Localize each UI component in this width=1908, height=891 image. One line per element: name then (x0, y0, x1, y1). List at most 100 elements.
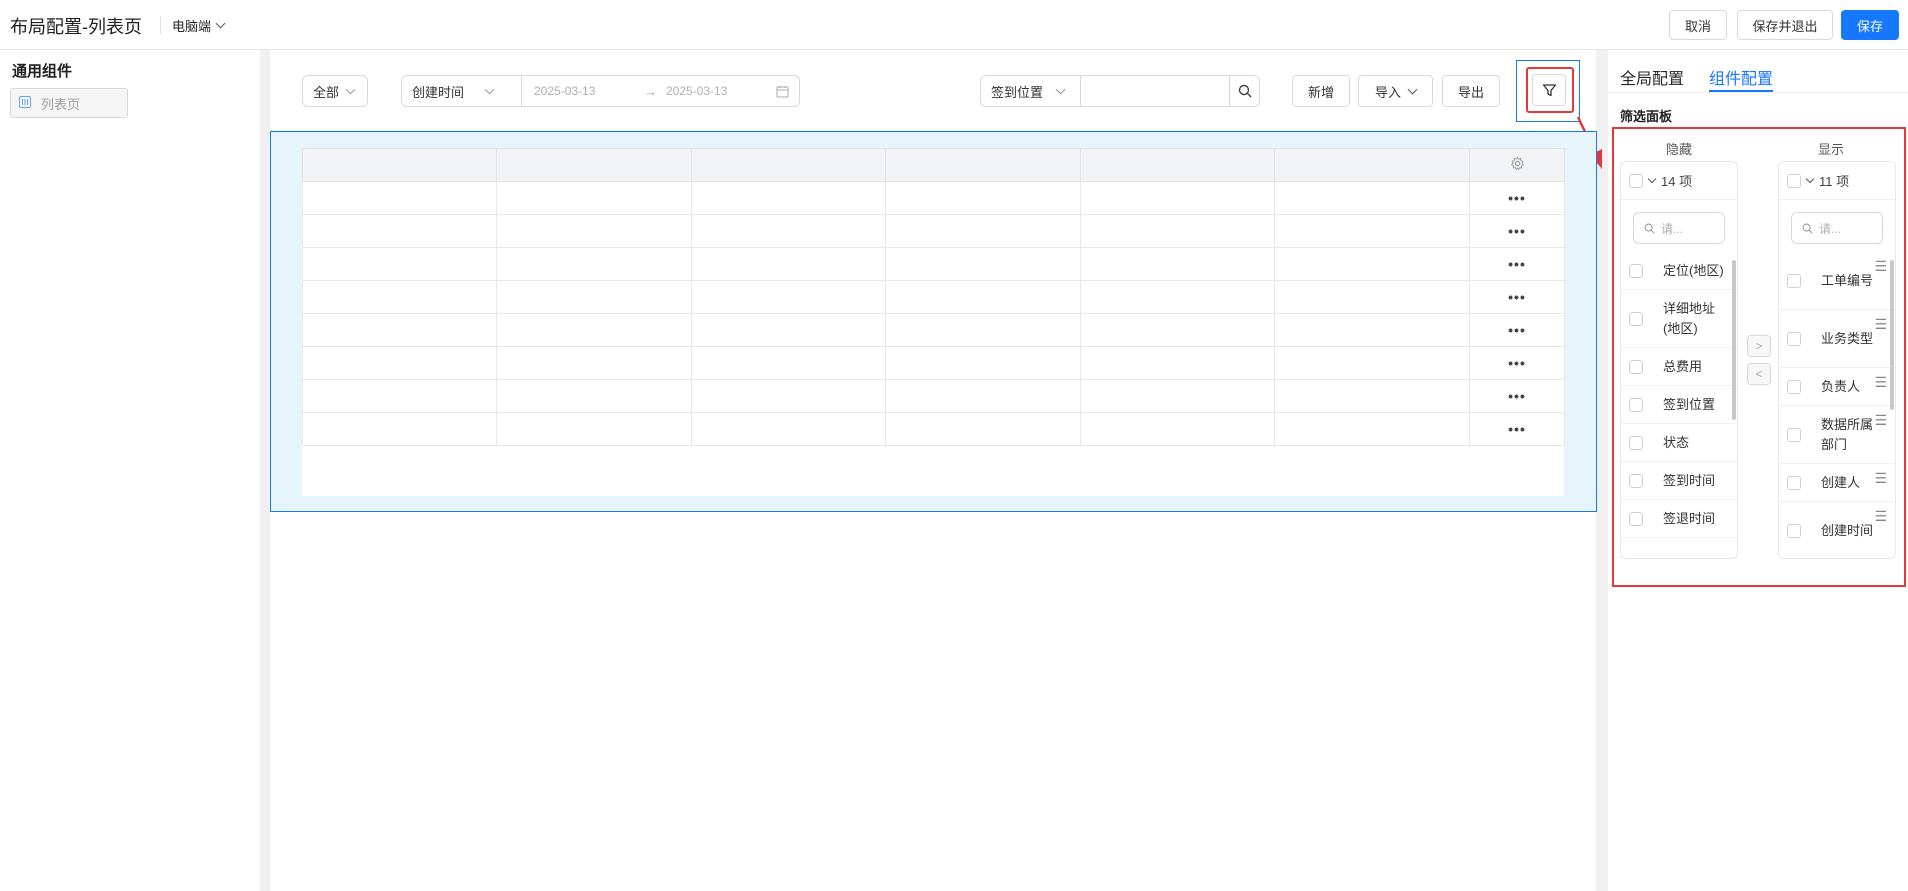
more-icon[interactable]: ••• (1508, 256, 1526, 272)
more-icon[interactable]: ••• (1508, 289, 1526, 305)
list-table: ••• ••• ••• ••• ••• ••• ••• ••• (302, 148, 1565, 496)
table-cell (496, 313, 692, 347)
more-icon[interactable]: ••• (1508, 223, 1526, 239)
search-icon[interactable] (1229, 76, 1259, 106)
more-icon[interactable]: ••• (1508, 421, 1526, 437)
item-checkbox[interactable] (1787, 273, 1801, 288)
tab-global-config[interactable]: 全局配置 (1620, 65, 1684, 89)
tab-component-config[interactable]: 组件配置 (1709, 65, 1773, 89)
export-button[interactable]: 导出 (1442, 75, 1500, 107)
date-start-input[interactable]: 2025-03-13 (534, 84, 644, 98)
transfer-item[interactable]: 定位(地区) (1621, 252, 1737, 290)
table-cell (302, 379, 497, 413)
table-cell (302, 181, 497, 215)
component-item-label: 列表页 (41, 96, 81, 112)
transfer-item-label: 负责人 (1821, 378, 1861, 394)
item-checkbox[interactable] (1787, 331, 1801, 346)
search-field-select[interactable]: 签到位置 (981, 76, 1081, 106)
canvas-divider (1596, 50, 1608, 891)
keyword-search[interactable]: 签到位置 (980, 75, 1260, 107)
table-header-row (302, 148, 1565, 182)
transfer-item[interactable]: 状态 (1621, 424, 1737, 462)
date-end-input[interactable]: 2025-03-13 (666, 84, 776, 98)
item-checkbox[interactable] (1629, 263, 1643, 278)
item-checkbox[interactable] (1629, 473, 1643, 488)
transfer-item[interactable]: 负责人 ☰ (1779, 368, 1895, 406)
select-all-checkbox[interactable] (1787, 173, 1801, 188)
filter-button[interactable] (1532, 74, 1566, 106)
item-checkbox[interactable] (1787, 475, 1801, 490)
item-checkbox[interactable] (1787, 523, 1801, 538)
table-cell (1274, 214, 1470, 248)
device-select[interactable]: 电脑端 (172, 16, 226, 35)
item-checkbox[interactable] (1629, 511, 1643, 526)
scope-select[interactable]: 全部 (302, 75, 368, 107)
transfer-item[interactable]: 总费用 (1621, 348, 1737, 386)
chevron-down-icon[interactable] (1805, 174, 1815, 184)
drag-handle-icon[interactable]: ☰ (1874, 316, 1887, 333)
transfer-item[interactable]: 业务类型 ☰ (1779, 310, 1895, 368)
scrollbar-thumb[interactable] (1732, 260, 1736, 420)
transfer-item[interactable]: 创建时间 ☰ (1779, 502, 1895, 558)
chevron-down-icon[interactable] (1647, 174, 1657, 184)
filter-icon (1542, 83, 1557, 98)
gear-icon[interactable] (1510, 156, 1525, 174)
calendar-icon[interactable] (776, 85, 789, 98)
transfer-item[interactable]: 签到时间 (1621, 462, 1737, 500)
move-left-button[interactable]: < (1747, 363, 1771, 385)
item-checkbox[interactable] (1787, 379, 1801, 394)
drag-handle-icon[interactable]: ☰ (1874, 470, 1887, 487)
transfer-item[interactable]: 签到位置 (1621, 386, 1737, 424)
table-row: ••• (302, 214, 1565, 248)
component-item-list-page[interactable]: 列表页 (10, 88, 128, 118)
search-input[interactable] (1081, 76, 1229, 106)
save-button[interactable]: 保存 (1841, 10, 1899, 40)
table-row: ••• (302, 346, 1565, 380)
date-range-filter[interactable]: 创建时间 2025-03-13 → 2025-03-13 (401, 75, 800, 107)
date-field-select[interactable]: 创建时间 (402, 76, 522, 106)
search-icon (1802, 223, 1813, 234)
transfer-item-label: 总费用 (1663, 358, 1703, 374)
transfer-item-label: 签到位置 (1663, 396, 1716, 412)
table-cell (1080, 280, 1275, 314)
drag-handle-icon[interactable]: ☰ (1874, 412, 1887, 429)
table-cell (496, 247, 692, 281)
transfer-item-label: 定位(地区) (1663, 262, 1724, 278)
item-checkbox[interactable] (1787, 427, 1801, 442)
table-cell (302, 313, 497, 347)
date-field-select-value: 创建时间 (412, 84, 465, 100)
more-icon[interactable]: ••• (1508, 355, 1526, 371)
drag-handle-icon[interactable]: ☰ (1874, 374, 1887, 391)
device-select-label: 电脑端 (172, 19, 212, 34)
more-icon[interactable]: ••• (1508, 190, 1526, 206)
drag-handle-icon[interactable]: ☰ (1874, 258, 1887, 275)
hidden-items: 定位(地区) 详细地址(地区) 总费用签到位置状态 签到时间 签退时间 (1621, 252, 1737, 538)
more-icon[interactable]: ••• (1508, 388, 1526, 404)
import-button[interactable]: 导入 (1358, 75, 1433, 107)
select-all-checkbox[interactable] (1629, 173, 1643, 188)
table-cell (1080, 412, 1275, 446)
item-checkbox[interactable] (1629, 397, 1643, 412)
table-cell (1274, 346, 1470, 380)
table-row: ••• (302, 412, 1565, 446)
transfer-item[interactable]: 详细地址(地区) (1621, 290, 1737, 348)
transfer-item[interactable]: 数据所属部门 ☰ (1779, 406, 1895, 464)
transfer-item[interactable]: 签退时间 (1621, 500, 1737, 538)
add-button[interactable]: 新增 (1292, 75, 1350, 107)
table-cell (1274, 412, 1470, 446)
item-checkbox[interactable] (1629, 359, 1643, 374)
item-checkbox[interactable] (1629, 311, 1643, 326)
table-cell (885, 412, 1081, 446)
transfer-item[interactable]: 创建人 ☰ (1779, 464, 1895, 502)
transfer-item[interactable]: 工单编号 ☰ (1779, 252, 1895, 310)
item-checkbox[interactable] (1629, 435, 1643, 450)
cancel-button[interactable]: 取消 (1669, 10, 1727, 40)
move-right-button[interactable]: > (1747, 335, 1771, 357)
drag-handle-icon[interactable]: ☰ (1874, 508, 1887, 525)
transfer-search-input[interactable]: 请... (1633, 212, 1725, 244)
save-and-exit-button[interactable]: 保存并退出 (1737, 10, 1833, 40)
more-icon[interactable]: ••• (1508, 322, 1526, 338)
scrollbar-thumb[interactable] (1890, 260, 1894, 410)
transfer-search-input[interactable]: 请... (1791, 212, 1883, 244)
table-cell (1274, 379, 1470, 413)
